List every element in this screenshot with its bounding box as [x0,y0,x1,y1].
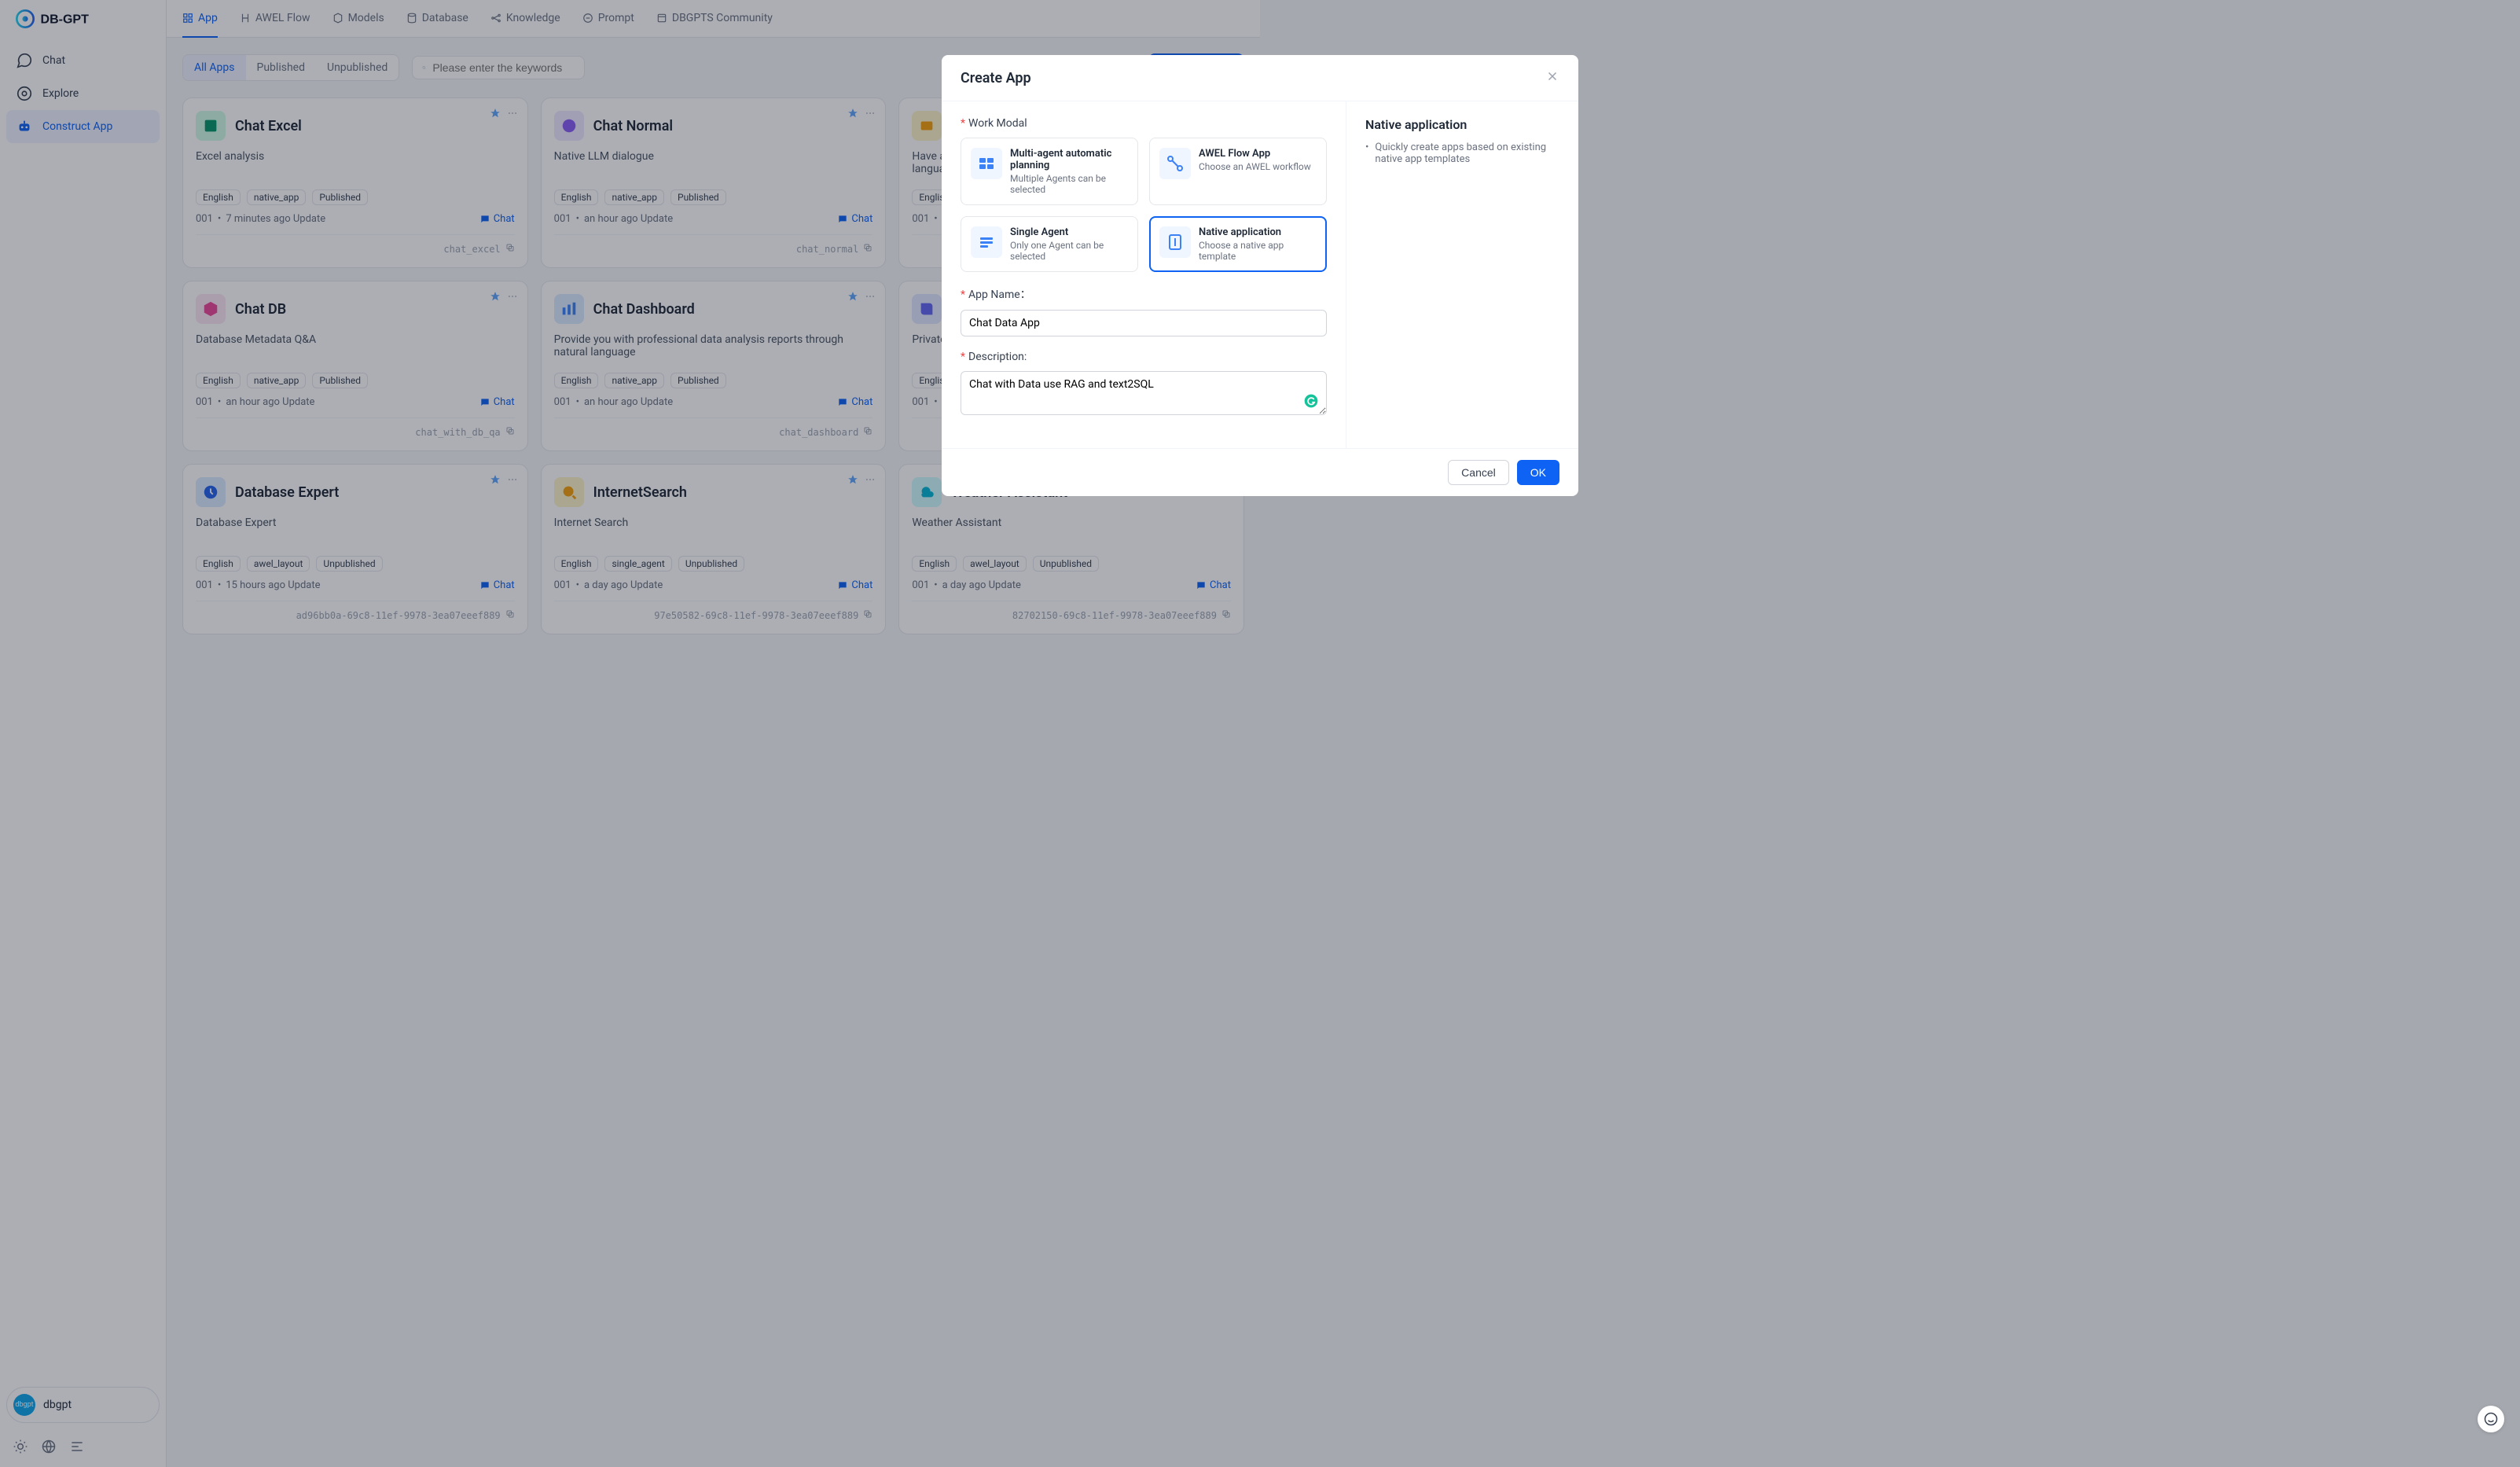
mode-option[interactable]: Single Agent Only one Agent can be selec… [961,216,1138,272]
modal-right-desc: Quickly create apps based on existing na… [1365,142,1559,165]
mode-icon [1159,226,1191,258]
mode-option[interactable]: Native application Choose a native app t… [1149,216,1327,272]
mode-title: AWEL Flow App [1199,148,1311,160]
mode-icon [1159,148,1191,179]
close-icon[interactable] [1545,69,1559,86]
description-textarea[interactable] [961,371,1327,415]
app-name-input[interactable] [961,310,1327,336]
grammarly-icon [1303,393,1319,409]
mode-option[interactable]: AWEL Flow App Choose an AWEL workflow [1149,138,1327,205]
description-label: *Description: [961,351,1327,363]
ok-button[interactable]: OK [1517,460,1559,485]
mode-option[interactable]: Multi-agent automatic planning Multiple … [961,138,1138,205]
modal-right-column: Native application Quickly create apps b… [1346,101,1578,448]
mode-title: Native application [1199,226,1317,238]
mode-subtitle: Only one Agent can be selected [1010,240,1128,262]
mode-icon [971,226,1002,258]
modal-title: Create App [961,70,1031,86]
smile-icon [2483,1411,2499,1427]
modal-right-title: Native application [1365,117,1559,132]
app-name-label: *App Name： [961,286,1327,302]
cancel-button[interactable]: Cancel [1448,460,1509,485]
mode-grid: Multi-agent automatic planning Multiple … [961,138,1327,272]
mode-title: Multi-agent automatic planning [1010,148,1128,171]
mode-subtitle: Multiple Agents can be selected [1010,173,1128,195]
mode-subtitle: Choose a native app template [1199,240,1317,262]
create-app-modal: Create App *Work Modal Multi-agent autom… [942,55,1578,496]
modal-header: Create App [942,55,1578,101]
mode-title: Single Agent [1010,226,1128,238]
help-button[interactable] [2478,1406,2504,1432]
mode-icon [971,148,1002,179]
modal-overlay: Create App *Work Modal Multi-agent autom… [0,0,2520,1467]
modal-footer: Cancel OK [942,448,1578,496]
mode-subtitle: Choose an AWEL workflow [1199,161,1311,172]
modal-left-column: *Work Modal Multi-agent automatic planni… [942,101,1346,448]
work-modal-label: *Work Modal [961,117,1327,130]
